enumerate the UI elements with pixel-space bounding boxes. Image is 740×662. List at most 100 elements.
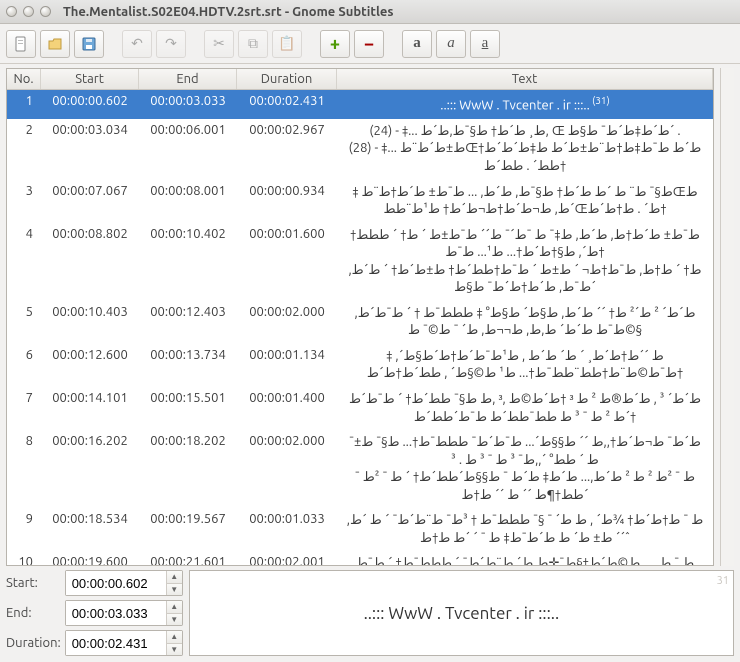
window-controls	[6, 6, 51, 17]
spinner-down-icon[interactable]: ▼	[167, 584, 182, 596]
cell-dur: 00:00:02.000	[237, 303, 337, 342]
save-file-button[interactable]	[74, 30, 104, 58]
header-start[interactable]: Start	[41, 69, 139, 89]
window-minimize-button[interactable]	[23, 6, 34, 17]
subtitle-text-editor[interactable]: ..::: WwW . Tvcenter . ir :::.. 31	[189, 570, 734, 656]
cell-dur: 00:00:00.934	[237, 182, 337, 221]
cell-dur: 00:00:02.431	[237, 92, 337, 117]
cell-dur: 00:00:01.134	[237, 346, 337, 385]
header-end[interactable]: End	[139, 69, 237, 89]
cell-text: ط ¯ ط,,... ط©ط´ط†§ط¯✛ط,ط´ ط¨ط´ط¯ ´ ططط¯ط…	[337, 553, 713, 565]
cell-start: 00:00:16.202	[41, 432, 139, 506]
table-body[interactable]: 100:00:00.60200:00:03.03300:00:02.431..:…	[7, 90, 713, 565]
duration-time-input[interactable]: ▲▼	[65, 630, 183, 656]
window-close-button[interactable]	[6, 6, 17, 17]
table-row[interactable]: 800:00:16.20200:00:18.20200:00:02.000ط´ط…	[7, 430, 713, 508]
plus-icon: +	[330, 35, 340, 53]
cell-no: 6	[7, 346, 41, 385]
cell-end: 00:00:10.402	[139, 225, 237, 299]
duration-label: Duration:	[6, 636, 61, 650]
cell-start: 00:00:14.101	[41, 389, 139, 428]
cell-end: 00:00:06.001	[139, 121, 237, 178]
save-icon	[81, 36, 97, 52]
underline-button[interactable]: a	[470, 30, 500, 58]
cell-dur: 00:00:01.400	[237, 389, 337, 428]
cell-text: ط¯ط± ط´ط†ط, ط´ط, ط‡¯ ط ¯ط´¯ ط´´ ط¯ط±ط ´ …	[337, 225, 713, 299]
table-row[interactable]: 200:00:03.03400:00:06.00100:00:02.967(24…	[7, 119, 713, 180]
copy-button[interactable]: ⧉	[238, 30, 268, 58]
cell-no: 8	[7, 432, 41, 506]
table-row[interactable]: 400:00:08.80200:00:10.40200:00:01.600ط¯ط…	[7, 223, 713, 301]
bold-button[interactable]: a	[402, 30, 432, 58]
cell-text: (24) - ‡... ط¸ ط´ط† ط§¯ط,ط´ط, Œ ط´ط‡ط´ط¯…	[337, 121, 713, 178]
end-time-input[interactable]: ▲▼	[65, 600, 183, 626]
insert-subtitle-button[interactable]: +	[320, 30, 350, 58]
char-count-badge: 31	[717, 575, 729, 587]
cell-text: ‡ ط ´´ط†ط´ط¸ ´ ط´ ط´ط , ط¹ط¯ط´ط†ط´ط§ط´, …	[337, 346, 713, 385]
cell-start: 00:00:08.802	[41, 225, 139, 299]
spinner-up-icon[interactable]: ▲	[167, 571, 182, 584]
paste-button[interactable]: 📋	[272, 30, 302, 58]
copy-icon: ⧉	[248, 35, 258, 52]
spinner-down-icon[interactable]: ▼	[167, 614, 182, 626]
document-icon	[13, 36, 29, 52]
table-row[interactable]: 300:00:07.06700:00:08.00100:00:00.934‡ ط…	[7, 180, 713, 223]
window-title: The.Mentalist.S02E04.HDTV.2srt.srt - Gno…	[63, 5, 394, 19]
table-row[interactable]: 600:00:12.60000:00:13.73400:00:01.134‡ ط…	[7, 344, 713, 387]
cell-dur: 00:00:02.967	[237, 121, 337, 178]
redo-icon: ↷	[165, 35, 177, 52]
vertical-scrollbar[interactable]	[720, 68, 734, 566]
spinner-up-icon[interactable]: ▲	[167, 631, 182, 644]
duration-time-field[interactable]	[66, 631, 166, 655]
cell-no: 2	[7, 121, 41, 178]
cell-end: 00:00:15.501	[139, 389, 237, 428]
cell-text: ‡ ط§¯ ط¨ ط ´ط ط´ط† ط§¯ط, ط´ط, ... ط¯ط± ط…	[337, 182, 713, 221]
cell-dur: 00:00:01.033	[237, 510, 337, 549]
start-time-input[interactable]: ▲▼	[65, 570, 183, 596]
italic-button[interactable]: a	[436, 30, 466, 58]
redo-button[interactable]: ↷	[156, 30, 186, 58]
open-file-button[interactable]	[40, 30, 70, 58]
cell-dur: 00:00:02.001	[237, 553, 337, 565]
cell-start: 00:00:18.534	[41, 510, 139, 549]
bold-icon: a	[413, 35, 421, 52]
header-text[interactable]: Text	[337, 69, 713, 89]
editor-pane: Start: ▲▼ End: ▲▼ Duration: ▲▼ ..::: WwW…	[6, 570, 734, 656]
header-duration[interactable]: Duration	[237, 69, 337, 89]
delete-subtitle-button[interactable]: −	[354, 30, 384, 58]
cell-no: 3	[7, 182, 41, 221]
cell-text: ط´ط´ ² ط´² ط† ´´ ط´ط, ط§ط´ ط§ط° ‡ ططط¯ط …	[337, 303, 713, 342]
cell-no: 7	[7, 389, 41, 428]
table-row[interactable]: 700:00:14.10100:00:15.50100:00:01.400ط ط…	[7, 387, 713, 430]
cell-no: 4	[7, 225, 41, 299]
cell-text: ط ¯ ط†ط´ط† ¾ط´ , ط ط´ ¯ §¯ ططط¯ط † ³ط¯ ط…	[337, 510, 713, 549]
cell-no: 9	[7, 510, 41, 549]
undo-button[interactable]: ↶	[122, 30, 152, 58]
minus-icon: −	[364, 35, 374, 53]
start-time-field[interactable]	[66, 571, 166, 595]
toolbar: ↶ ↷ ✂ ⧉ 📋 + − a a a	[0, 24, 740, 64]
end-label: End:	[6, 606, 61, 620]
table-row[interactable]: 500:00:10.40300:00:12.40300:00:02.000ط´ط…	[7, 301, 713, 344]
cell-start: 00:00:03.034	[41, 121, 139, 178]
cell-start: 00:00:00.602	[41, 92, 139, 117]
cell-start: 00:00:19.600	[41, 553, 139, 565]
cell-no: 10	[7, 553, 41, 565]
spinner-up-icon[interactable]: ▲	[167, 601, 182, 614]
window-titlebar: The.Mentalist.S02E04.HDTV.2srt.srt - Gno…	[0, 0, 740, 24]
undo-icon: ↶	[131, 35, 143, 52]
cut-button[interactable]: ✂	[204, 30, 234, 58]
table-row[interactable]: 100:00:00.60200:00:03.03300:00:02.431..:…	[7, 90, 713, 119]
cell-dur: 00:00:01.600	[237, 225, 337, 299]
spinner-down-icon[interactable]: ▼	[167, 644, 182, 656]
cell-text: ط ط§¯ طط´ط† ´ ط¯ط´ط, ᵌ, ط´ط©ط† ᵌ ط´ط´ ³ …	[337, 389, 713, 428]
subtitle-text-value: ..::: WwW . Tvcenter . ir :::..	[364, 604, 560, 623]
end-time-field[interactable]	[66, 601, 166, 625]
table-row[interactable]: 1000:00:19.60000:00:21.60100:00:02.001ط …	[7, 551, 713, 565]
cell-end: 00:00:12.403	[139, 303, 237, 342]
header-no[interactable]: No.	[7, 69, 41, 89]
cell-start: 00:00:10.403	[41, 303, 139, 342]
table-row[interactable]: 900:00:18.53400:00:19.56700:00:01.033ط ¯…	[7, 508, 713, 551]
new-file-button[interactable]	[6, 30, 36, 58]
window-maximize-button[interactable]	[40, 6, 51, 17]
